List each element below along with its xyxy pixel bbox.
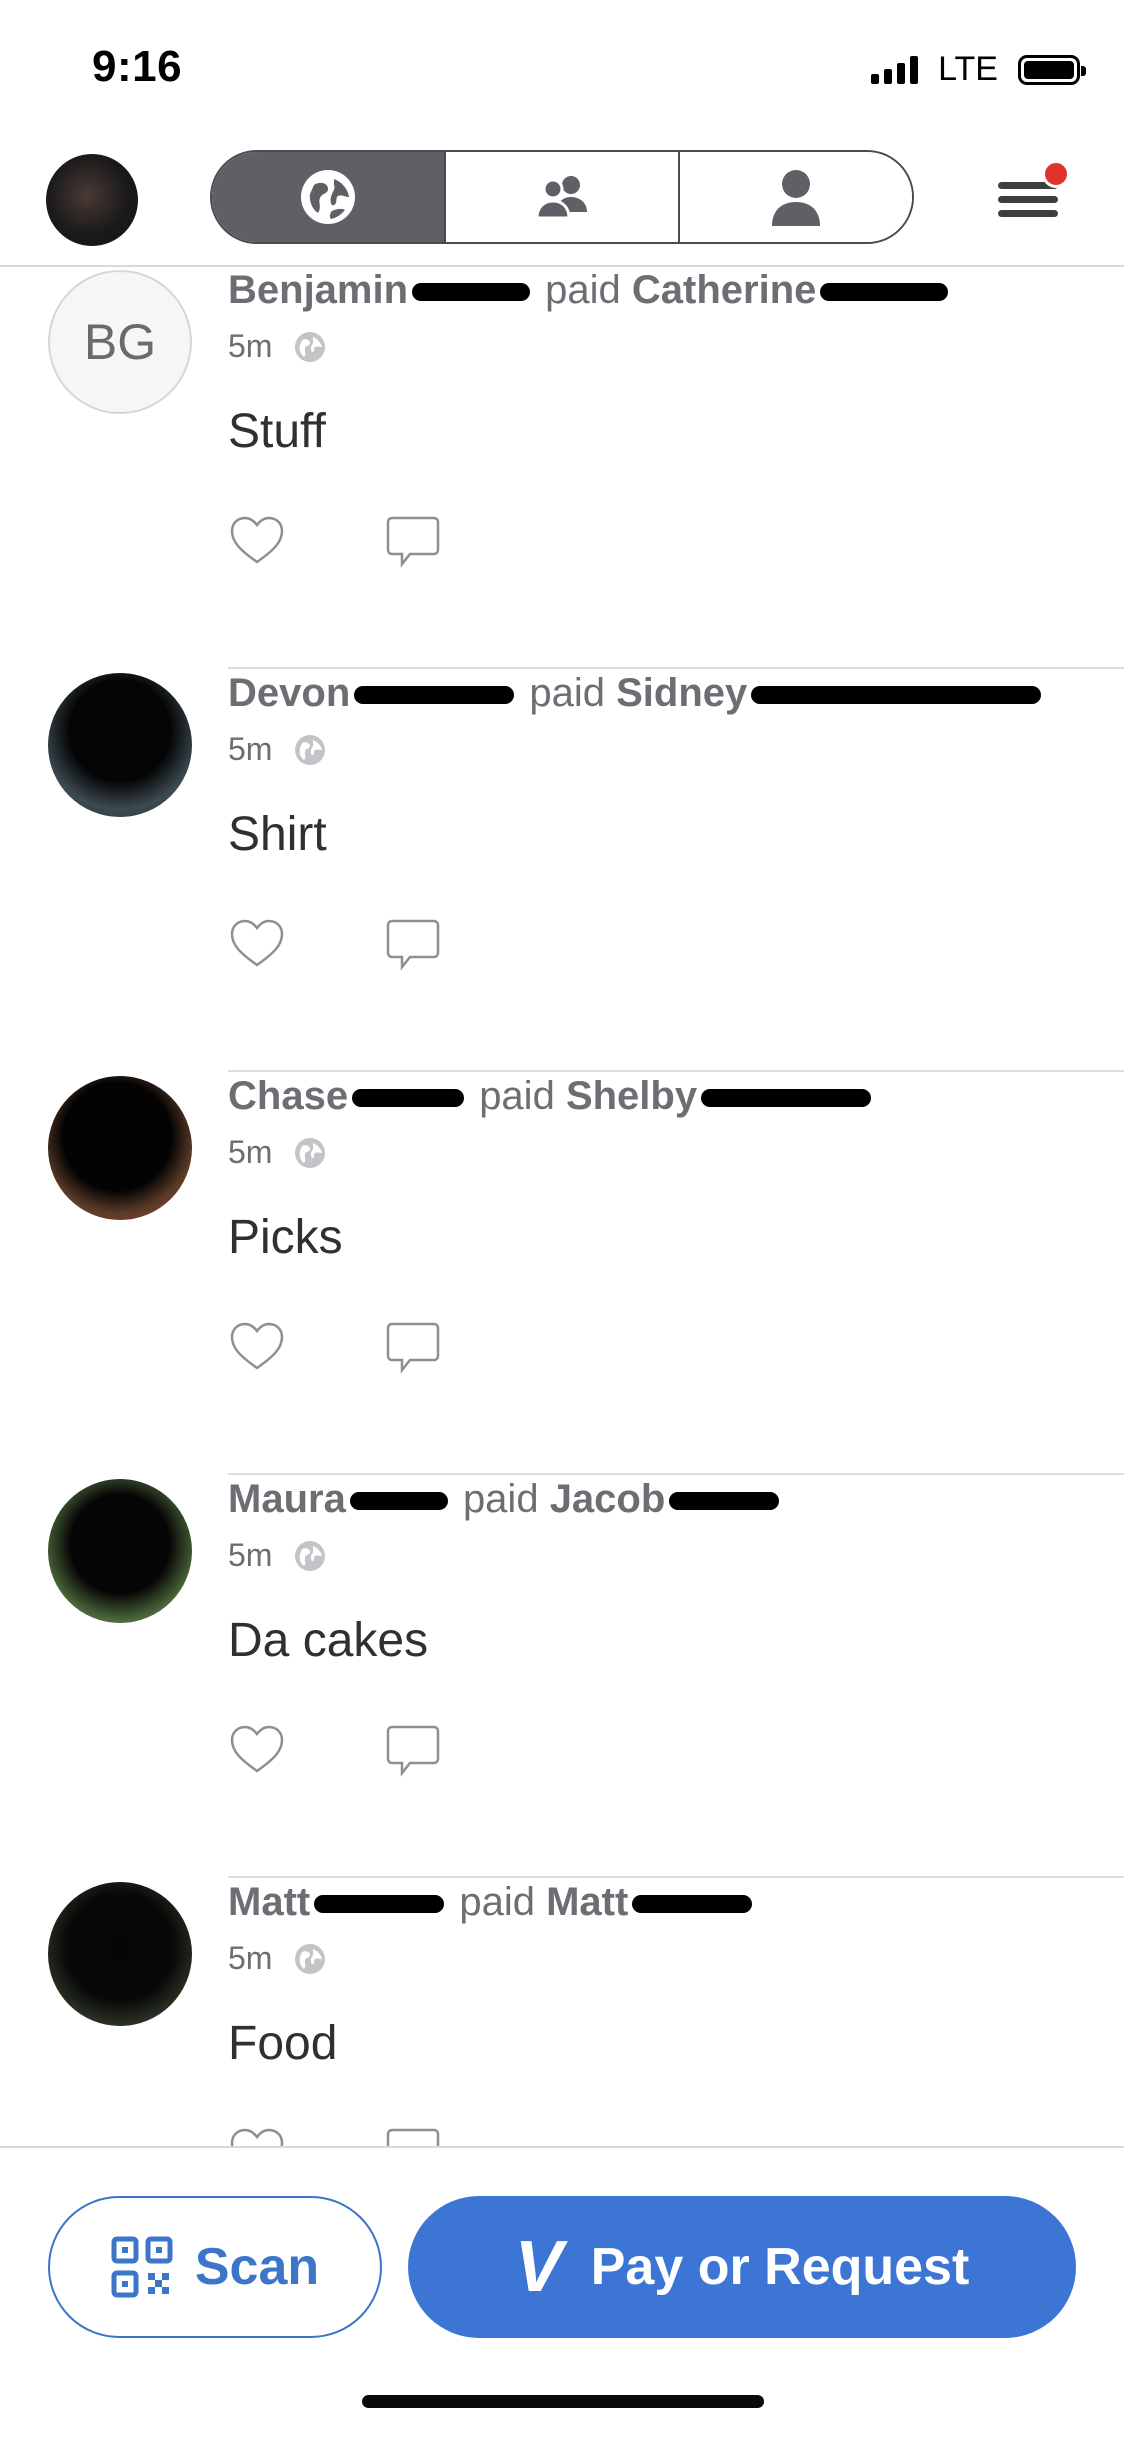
comment-bubble-icon[interactable] <box>384 915 442 973</box>
scan-label: Scan <box>194 2238 320 2296</box>
story-avatar[interactable] <box>48 1882 192 2026</box>
recipient-name[interactable]: Shelby <box>566 1074 697 1118</box>
like-heart-icon[interactable] <box>228 512 286 570</box>
story-time: 5m <box>228 1940 273 1976</box>
story-time: 5m <box>228 1537 273 1573</box>
story-time: 5m <box>228 328 273 364</box>
public-globe-icon <box>295 734 326 765</box>
like-heart-icon[interactable] <box>228 1721 286 1779</box>
status-indicators: LTE <box>871 50 1086 89</box>
story-meta: 5m <box>228 1940 326 1977</box>
payment-note: Shirt <box>228 808 327 861</box>
pay-or-request-label: Pay or Request <box>590 2238 970 2296</box>
feed-story[interactable]: Chase paid Shelby 5m Picks <box>0 1072 1124 1475</box>
story-actions <box>228 512 442 570</box>
story-meta: 5m <box>228 1537 326 1574</box>
feed-story[interactable]: BG Benjamin paid Catherine 5m Stuff <box>0 266 1124 669</box>
top-nav <box>0 140 1124 267</box>
payment-verb: paid <box>545 268 621 312</box>
signal-icon <box>871 55 919 84</box>
tab-public-feed[interactable] <box>212 152 446 242</box>
person-icon <box>772 170 820 226</box>
comment-bubble-icon[interactable] <box>384 2124 442 2146</box>
notification-dot <box>1042 160 1070 188</box>
pay-or-request-button[interactable]: V Pay or Request <box>408 2196 1076 2338</box>
story-meta: 5m <box>228 328 326 365</box>
battery-icon <box>1018 54 1086 85</box>
payment-verb: paid <box>479 1074 555 1118</box>
bottom-action-bar: Scan V Pay or Request <box>0 2146 1124 2437</box>
venmo-logo-icon: V <box>514 2227 563 2307</box>
profile-avatar[interactable] <box>46 154 138 246</box>
story-avatar[interactable] <box>48 1076 192 1220</box>
payment-verb: paid <box>459 1880 535 1924</box>
story-meta: 5m <box>228 1134 326 1171</box>
like-heart-icon[interactable] <box>228 1318 286 1376</box>
payment-verb: paid <box>462 1477 539 1521</box>
tab-personal-feed[interactable] <box>680 152 912 242</box>
payment-note: Stuff <box>228 405 326 458</box>
sender-name[interactable]: Benjamin <box>228 268 408 312</box>
menu-button[interactable] <box>998 160 1070 226</box>
recipient-name[interactable]: Sidney <box>616 671 747 715</box>
recipient-name[interactable]: Catherine <box>632 268 817 312</box>
public-globe-icon <box>295 1137 326 1168</box>
status-bar: 9:16 LTE <box>0 0 1124 130</box>
qr-code-icon <box>111 2236 173 2298</box>
story-actions <box>228 1721 442 1779</box>
tab-friends-feed[interactable] <box>446 152 680 242</box>
activity-feed[interactable]: BG Benjamin paid Catherine 5m Stuff Devo… <box>0 266 1124 2146</box>
network-label: LTE <box>938 50 998 88</box>
comment-bubble-icon[interactable] <box>384 1318 442 1376</box>
feed-story[interactable]: Maura paid Jacob 5m Da cakes <box>0 1475 1124 1878</box>
story-avatar[interactable] <box>48 673 192 817</box>
sender-name[interactable]: Matt <box>228 1880 310 1924</box>
sender-name[interactable]: Maura <box>228 1477 346 1521</box>
feed-segmented-control <box>210 150 914 244</box>
story-title: Matt paid Matt <box>228 1880 756 1925</box>
recipient-name[interactable]: Matt <box>546 1880 628 1924</box>
payment-note: Food <box>228 2017 338 2070</box>
like-heart-icon[interactable] <box>228 915 286 973</box>
story-actions <box>228 915 442 973</box>
globe-icon <box>301 170 355 224</box>
payment-note: Da cakes <box>228 1614 429 1667</box>
status-time: 9:16 <box>92 42 183 91</box>
recipient-name[interactable]: Jacob <box>550 1477 666 1521</box>
story-time: 5m <box>228 731 273 767</box>
story-title: Chase paid Shelby <box>228 1074 875 1119</box>
like-heart-icon[interactable] <box>228 2124 286 2146</box>
sender-name[interactable]: Chase <box>228 1074 348 1118</box>
story-actions <box>228 2124 442 2146</box>
story-avatar[interactable]: BG <box>48 270 192 414</box>
story-time: 5m <box>228 1134 273 1170</box>
comment-bubble-icon[interactable] <box>384 512 442 570</box>
public-globe-icon <box>295 331 326 362</box>
payment-verb: paid <box>529 671 605 715</box>
story-title: Devon paid Sidney <box>228 671 1045 716</box>
story-title: Benjamin paid Catherine <box>228 268 952 313</box>
public-globe-icon <box>295 1540 326 1571</box>
feed-story[interactable]: Devon paid Sidney 5m Shirt <box>0 669 1124 1072</box>
scan-button[interactable]: Scan <box>48 2196 382 2338</box>
home-indicator[interactable] <box>362 2395 764 2408</box>
comment-bubble-icon[interactable] <box>384 1721 442 1779</box>
story-avatar[interactable] <box>48 1479 192 1623</box>
story-meta: 5m <box>228 731 326 768</box>
friends-icon <box>535 176 587 220</box>
sender-name[interactable]: Devon <box>228 671 350 715</box>
story-title: Maura paid Jacob <box>228 1477 783 1522</box>
public-globe-icon <box>295 1943 326 1974</box>
feed-story[interactable]: Matt paid Matt 5m Food <box>0 1878 1124 2146</box>
story-actions <box>228 1318 442 1376</box>
payment-note: Picks <box>228 1211 343 1264</box>
